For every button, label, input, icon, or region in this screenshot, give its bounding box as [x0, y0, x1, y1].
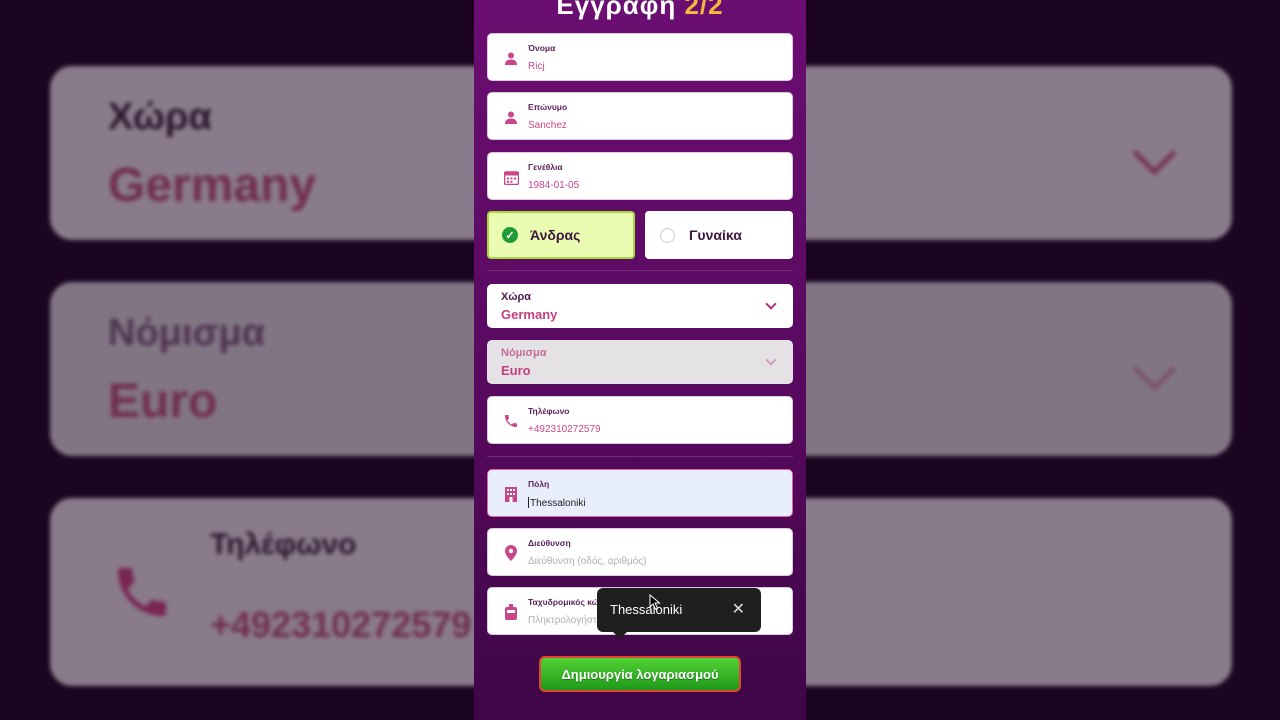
country-label: Χώρα	[501, 291, 532, 303]
phone-value: +492310272579	[528, 424, 601, 435]
first-name-value: Ricj	[528, 61, 545, 72]
city-field[interactable]: Πόλη Thessaloniki	[487, 469, 793, 517]
phone-field[interactable]: Τηλέφωνο +492310272579	[487, 396, 793, 444]
divider	[487, 270, 793, 271]
mouse-cursor-icon	[649, 594, 661, 610]
first-name-field[interactable]: Όνομα Ricj	[487, 33, 793, 81]
first-name-label: Όνομα	[528, 43, 556, 53]
address-field[interactable]: Διεύθυνση Διεύθυνση (οδός, αριθμός)	[487, 528, 793, 576]
page-title: Εγγραφή 2/2	[474, 0, 806, 21]
location-pin-icon	[502, 544, 520, 562]
postal-code-label: Ταχυδρομικός κώδι	[528, 597, 607, 607]
country-value: Germany	[501, 307, 558, 322]
currency-label: Νόμισμα	[501, 347, 547, 359]
divider	[487, 456, 793, 457]
phone-icon	[502, 412, 520, 430]
create-account-button[interactable]: Δημιουργία λογαριασμού	[539, 656, 741, 692]
postal-code-placeholder: Πληκτρολογήστ	[528, 615, 597, 626]
user-icon	[502, 108, 520, 126]
currency-value: Euro	[501, 363, 531, 378]
last-name-label: Επώνυμο	[528, 102, 568, 112]
phone-label: Τηλέφωνο	[528, 406, 570, 416]
autocomplete-suggestion[interactable]: Thessaloniki ✕	[597, 588, 761, 639]
birthdate-field[interactable]: Γενέθλια 1984-01-05	[487, 152, 793, 200]
radio-empty-icon	[660, 227, 675, 243]
chevron-down-icon	[765, 354, 777, 366]
calendar-icon	[502, 168, 520, 186]
suggestion-text[interactable]: Thessaloniki	[610, 602, 682, 617]
gender-male-label: Άνδρας	[530, 227, 581, 243]
chevron-down-icon	[765, 298, 777, 310]
city-value: Thessaloniki	[530, 498, 586, 509]
user-icon	[502, 49, 520, 67]
last-name-field[interactable]: Επώνυμο Sanchez	[487, 92, 793, 140]
gender-female-label: Γυναίκα	[689, 227, 742, 243]
country-select[interactable]: Χώρα Germany	[487, 284, 793, 328]
address-placeholder: Διεύθυνση (οδός, αριθμός)	[528, 556, 647, 567]
gender-female-option[interactable]: Γυναίκα	[645, 211, 793, 259]
address-label: Διεύθυνση	[528, 538, 571, 548]
check-icon: ✓	[502, 227, 518, 243]
currency-select: Νόμισμα Euro	[487, 340, 793, 384]
close-icon[interactable]: ✕	[732, 599, 745, 619]
text-caret	[528, 497, 529, 508]
birthdate-value: 1984-01-05	[528, 180, 580, 191]
building-icon	[502, 485, 520, 503]
mailbox-icon	[502, 603, 520, 621]
step-indicator: 2/2	[684, 0, 724, 20]
birthdate-label: Γενέθλια	[528, 162, 563, 172]
last-name-value: Sanchez	[528, 120, 567, 131]
gender-male-option[interactable]: ✓ Άνδρας	[487, 211, 635, 259]
city-label: Πόλη	[528, 479, 550, 489]
